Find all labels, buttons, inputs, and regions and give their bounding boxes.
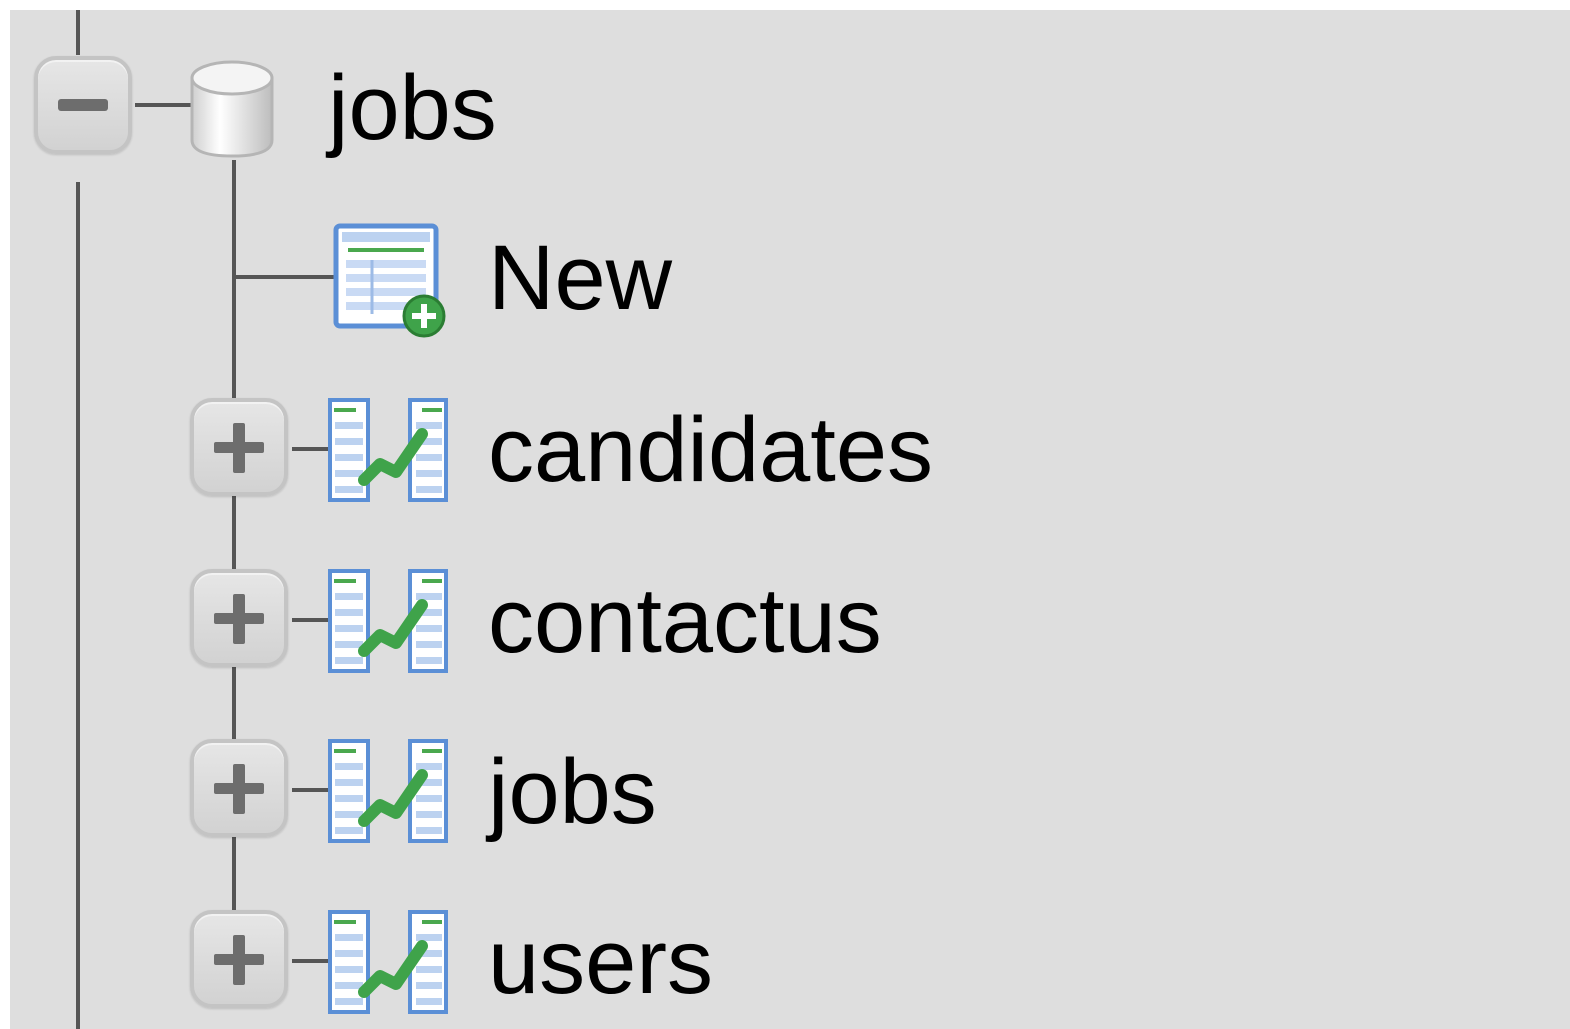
table-label-users[interactable]: users [488, 916, 713, 1008]
collapse-toggle-button[interactable] [34, 56, 132, 154]
table-label-jobs[interactable]: jobs [488, 746, 657, 838]
plus-icon [214, 423, 264, 473]
plus-icon [214, 764, 264, 814]
expand-toggle-button[interactable] [190, 739, 288, 837]
table-label-candidates[interactable]: candidates [488, 404, 933, 496]
table-icon [328, 398, 448, 502]
tree-connector-lines [76, 10, 334, 1029]
expand-toggle-button[interactable] [190, 398, 288, 496]
database-cylinder-icon [190, 60, 274, 158]
expand-toggle-button[interactable] [190, 910, 288, 1008]
table-icon [328, 739, 448, 843]
expand-toggle-button[interactable] [190, 569, 288, 667]
plus-icon [214, 594, 264, 644]
table-label-contactus[interactable]: contactus [488, 575, 882, 667]
table-icon [328, 569, 448, 673]
plus-icon [214, 935, 264, 985]
new-item-label[interactable]: New [488, 232, 672, 324]
minus-icon [58, 99, 108, 111]
navigation-tree-panel: jobs New candidates contactus jobs users [10, 10, 1570, 1029]
new-table-icon [333, 223, 446, 338]
table-icon [328, 910, 448, 1014]
database-label[interactable]: jobs [328, 62, 497, 154]
